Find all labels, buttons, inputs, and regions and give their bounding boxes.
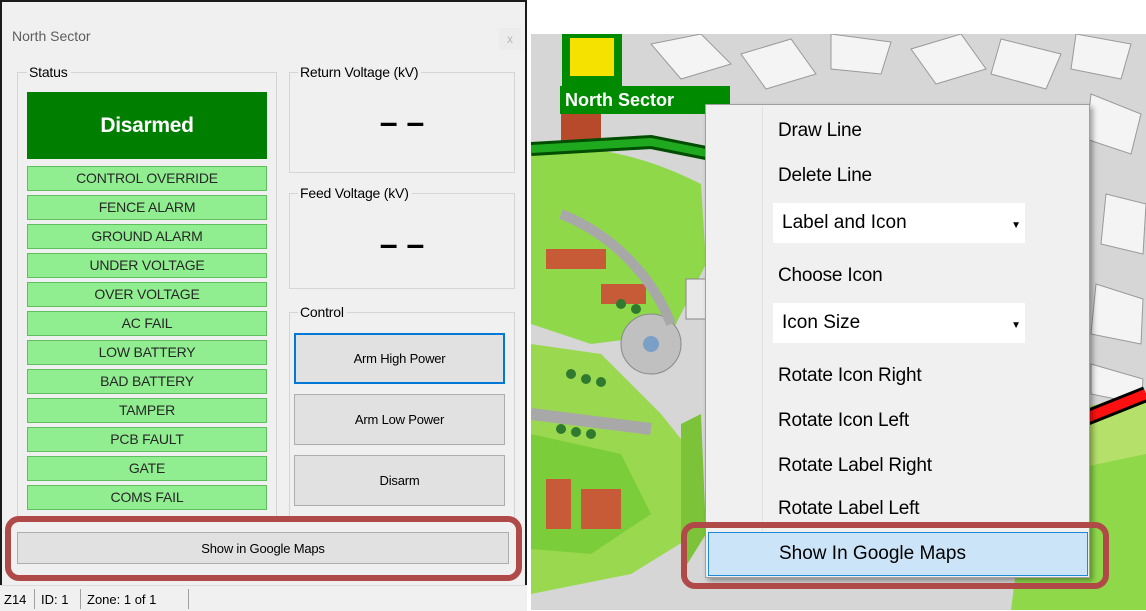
alarm-indicator-control-override: CONTROL OVERRIDE [27,166,267,191]
dropdown-arrow-icon: ▼ [1011,220,1021,231]
status-group-label: Status [27,64,71,80]
return-voltage-label: Return Voltage (kV) [298,64,422,80]
statusbar-divider [34,589,35,609]
menu-icon-gutter [707,106,763,576]
alarm-indicator-ac-fail: AC FAIL [27,311,267,336]
label-mode-value: Label and Icon [782,212,907,233]
alarm-indicator-over-voltage: OVER VOLTAGE [27,282,267,307]
menu-item-rotate-label-right[interactable]: Rotate Label Right [778,455,932,477]
disarm-button[interactable]: Disarm [294,455,505,506]
statusbar-divider [188,589,189,609]
menu-item-draw-line[interactable]: Draw Line [778,120,862,142]
label-mode-dropdown[interactable]: Label and Icon ▼ [773,203,1025,243]
return-voltage-value: – – [379,104,425,140]
arm-state-banner: Disarmed [27,92,267,159]
menu-item-rotate-icon-left[interactable]: Rotate Icon Left [778,410,909,432]
alarm-indicator-bad-battery: BAD BATTERY [27,369,267,394]
statusbar-id: ID: 1 [41,592,69,607]
dropdown-arrow-icon: ▼ [1011,320,1021,331]
alarm-indicator-under-voltage: UNDER VOLTAGE [27,253,267,278]
statusbar-zone: Zone: 1 of 1 [87,592,157,607]
icon-size-value: Icon Size [782,312,861,333]
alarm-indicator-low-battery: LOW BATTERY [27,340,267,365]
statusbar-divider [80,589,81,609]
menu-item-rotate-label-left[interactable]: Rotate Label Left [778,498,920,520]
feed-voltage-label: Feed Voltage (kV) [298,185,412,201]
sector-device-plate [570,38,614,76]
dialog-title: North Sector [12,28,91,44]
alarm-indicator-tamper: TAMPER [27,398,267,423]
control-group-label: Control [298,304,347,320]
close-icon[interactable]: x [499,28,521,50]
menu-item-choose-icon[interactable]: Choose Icon [778,265,883,287]
alarm-indicator-gate: GATE [27,456,267,481]
status-bar: Z14 ID: 1 Zone: 1 of 1 [0,585,527,611]
alarm-indicator-coms-fail: COMS FAIL [27,485,267,510]
menu-item-rotate-icon-right[interactable]: Rotate Icon Right [778,365,922,387]
sector-device-icon[interactable] [562,34,622,86]
feed-voltage-value: – – [379,226,425,262]
alarm-indicator-pcb-fault: PCB FAULT [27,427,267,452]
highlight-callout-dialog-maps-button [5,516,522,581]
statusbar-zone-code: Z14 [4,592,27,607]
alarm-indicator-ground-alarm: GROUND ALARM [27,224,267,249]
alarm-indicator-fence-alarm: FENCE ALARM [27,195,267,220]
arm-low-power-button[interactable]: Arm Low Power [294,394,505,445]
highlight-callout-menu-maps-item [681,522,1109,589]
icon-size-dropdown[interactable]: Icon Size ▼ [773,303,1025,343]
arm-high-power-button[interactable]: Arm High Power [294,333,505,384]
menu-item-delete-line[interactable]: Delete Line [778,165,872,187]
